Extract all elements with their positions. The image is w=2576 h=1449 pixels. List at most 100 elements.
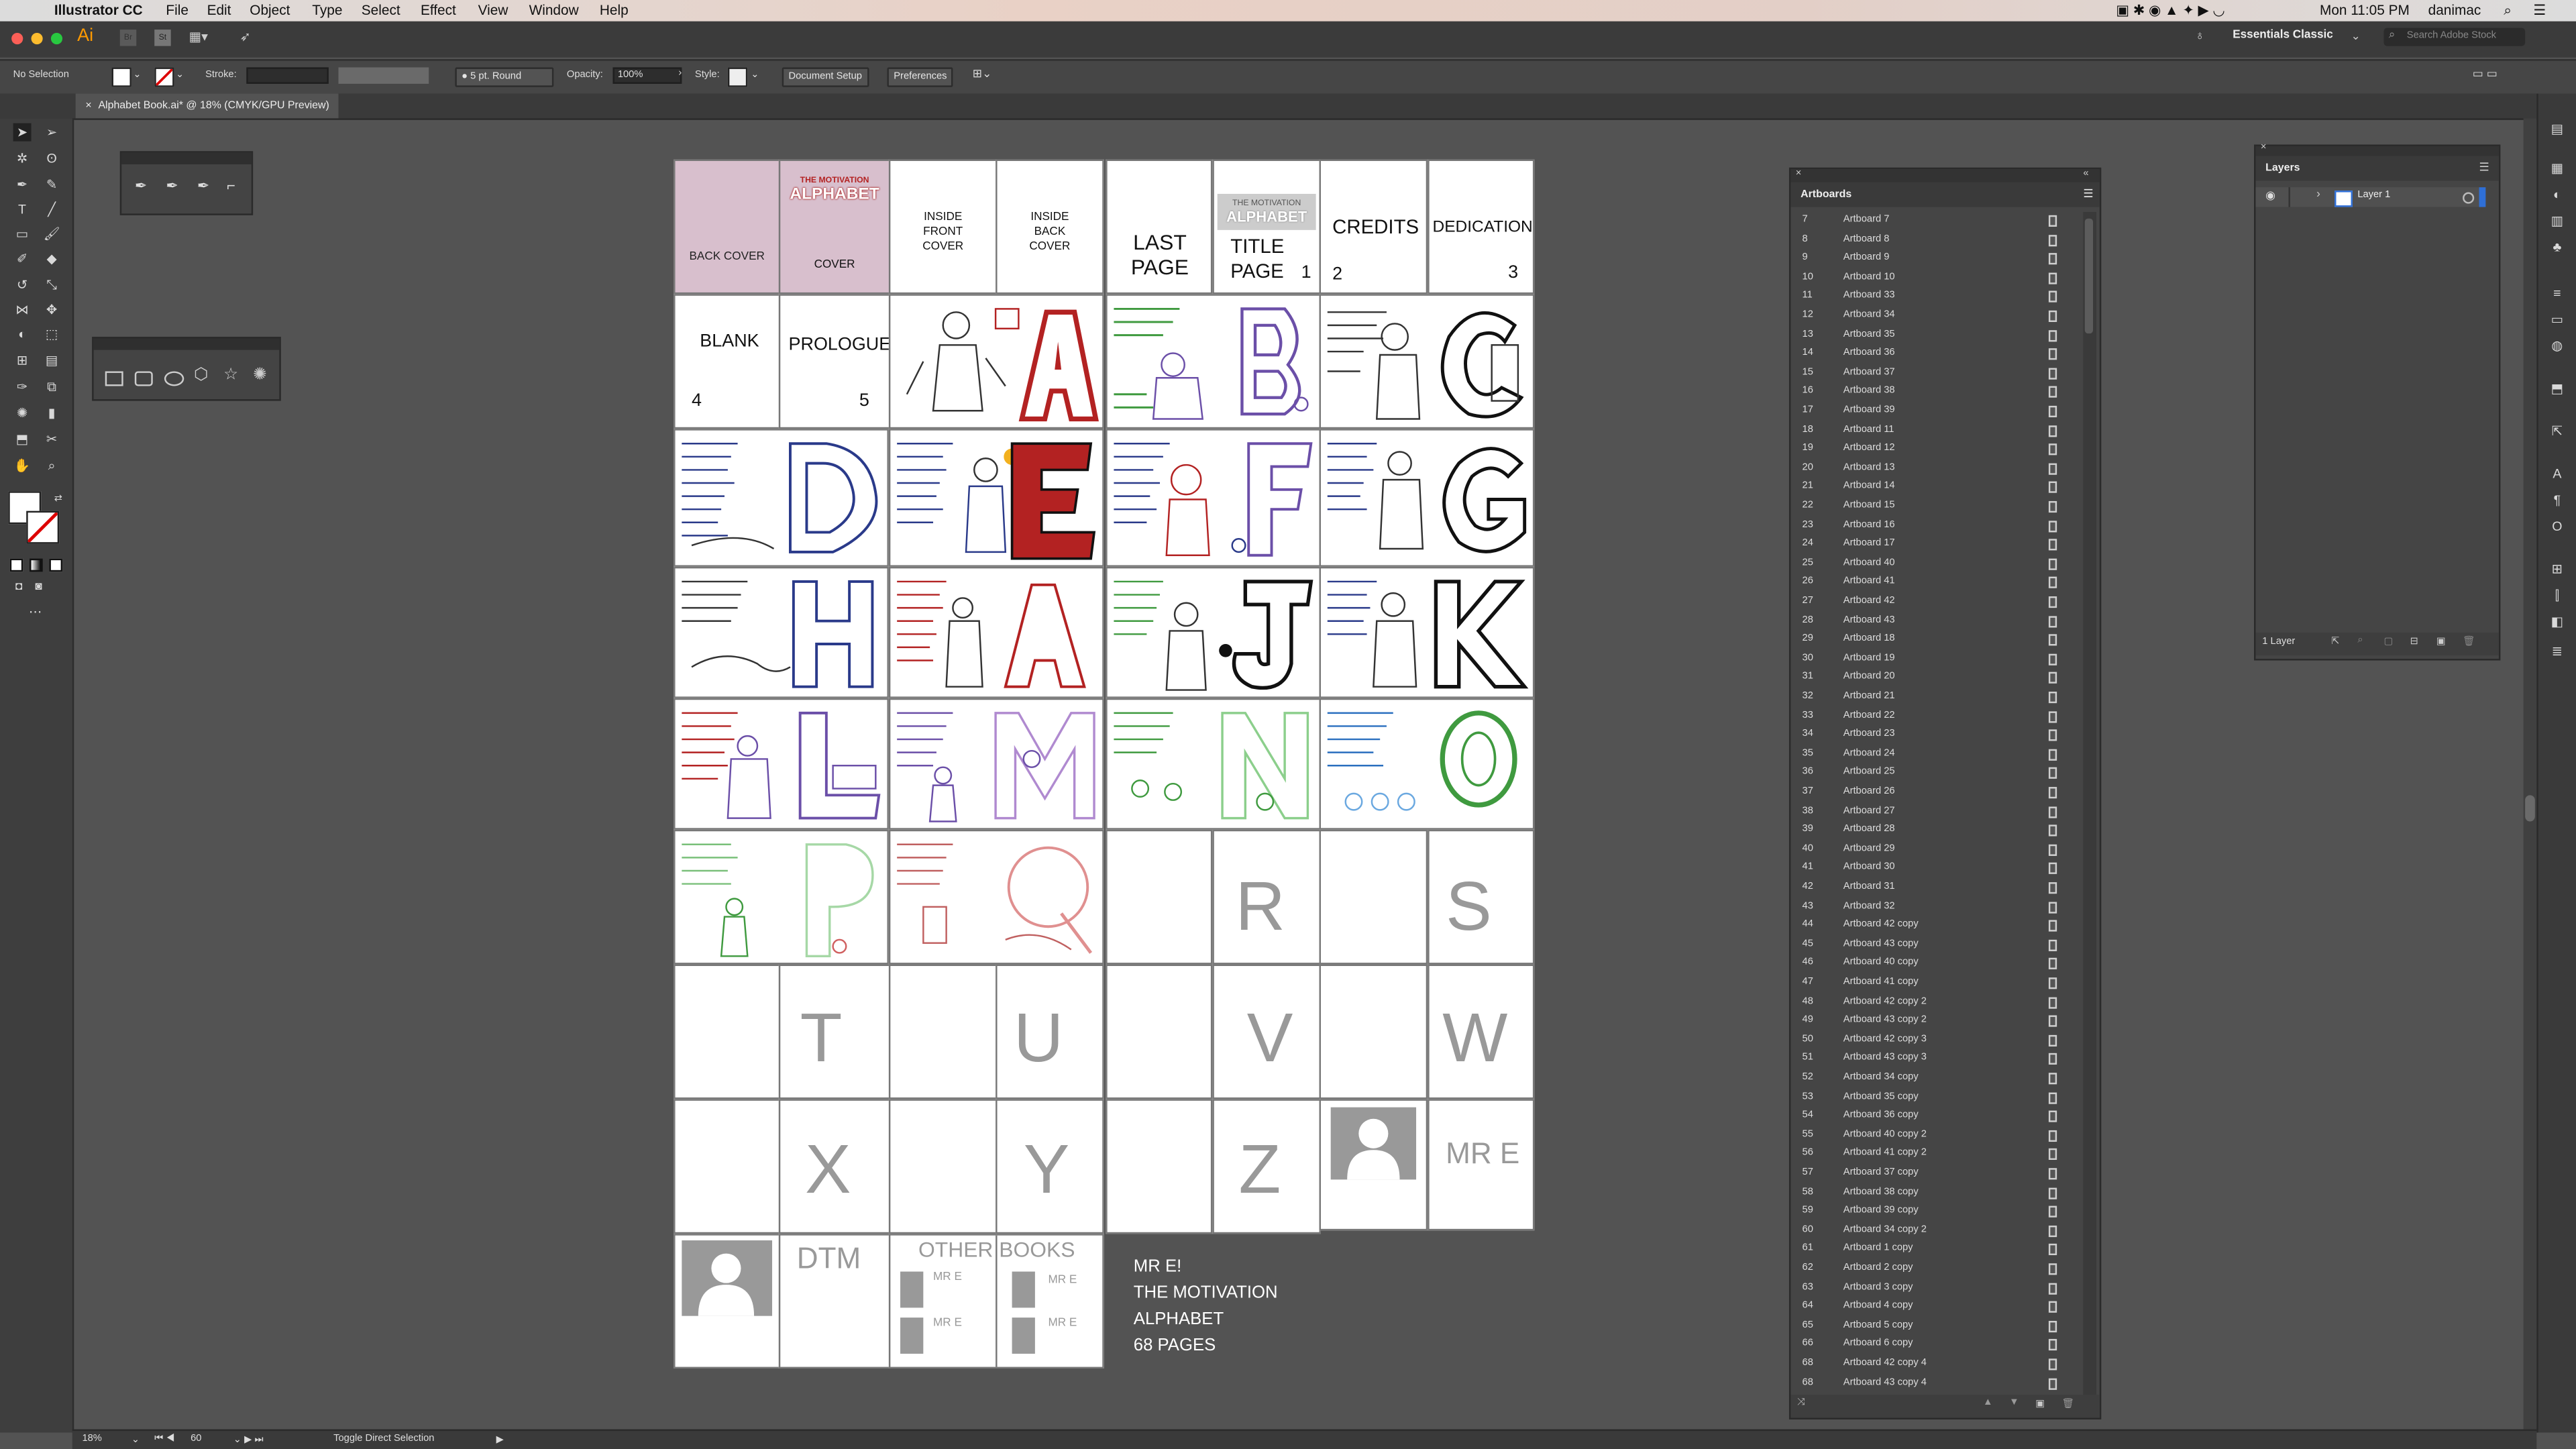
- opacity-arrow-icon[interactable]: ›: [678, 69, 682, 79]
- artboard-list-row[interactable]: 18 Artboard 11: [1790, 421, 2083, 440]
- artboard-options-icon[interactable]: [2048, 634, 2057, 646]
- artboard-options-icon[interactable]: [2048, 539, 2057, 551]
- artboard-list-row[interactable]: 39 Artboard 28: [1790, 822, 2083, 841]
- artboard-list-row[interactable]: 56 Artboard 41 copy 2: [1790, 1146, 2083, 1165]
- artboard-list-name[interactable]: Artboard 12: [1843, 444, 1895, 454]
- artboard-list-name[interactable]: Artboard 32: [1843, 902, 1895, 912]
- artboard-nav-next-icon[interactable]: ⌄ ▶ ⏭: [233, 1434, 264, 1448]
- transform-icon[interactable]: ⊞: [2548, 560, 2566, 578]
- line-tool-icon[interactable]: ╱: [43, 201, 61, 219]
- artboard-list-row[interactable]: 22 Artboard 15: [1790, 498, 2083, 517]
- artboard-list-row[interactable]: 33 Artboard 22: [1790, 708, 2083, 727]
- artboard-list-name[interactable]: Artboard 42: [1843, 596, 1895, 606]
- close-tab-icon[interactable]: ×: [85, 100, 91, 111]
- artboard-options-icon[interactable]: [2048, 443, 2057, 455]
- artboard-options-icon[interactable]: [2048, 1244, 2057, 1256]
- artboard-list-row[interactable]: 37 Artboard 26: [1790, 784, 2083, 802]
- preferences-button[interactable]: Preferences: [887, 67, 954, 87]
- artboard-options-icon[interactable]: [2048, 672, 2057, 684]
- artboard-list-name[interactable]: Artboard 23: [1843, 730, 1895, 740]
- artboard-list-row[interactable]: 68 Artboard 43 copy 4: [1790, 1375, 2083, 1393]
- symbol-sprayer-tool-icon[interactable]: ✺: [13, 404, 32, 422]
- new-artboard-icon[interactable]: ▣: [2035, 1398, 2045, 1410]
- artboard-number[interactable]: 60: [191, 1434, 201, 1444]
- anchor-point-icon[interactable]: ⌐: [227, 177, 235, 193]
- swatches-icon[interactable]: ▥: [2548, 212, 2566, 230]
- artboard-options-icon[interactable]: [2048, 386, 2057, 398]
- artboard-options-icon[interactable]: [2048, 1091, 2057, 1104]
- artboard-options-icon[interactable]: [2048, 425, 2057, 437]
- expand-layer-chevron-icon[interactable]: ›: [2316, 189, 2320, 201]
- artboard-blank-t-left[interactable]: [674, 964, 781, 1099]
- artboard-list-row[interactable]: 46 Artboard 40 copy: [1790, 955, 2083, 974]
- flare-icon[interactable]: ✺: [253, 366, 267, 384]
- layers-tab[interactable]: Layers ☰: [2255, 156, 2499, 181]
- artboard-blank-y-left[interactable]: [888, 1099, 998, 1234]
- artboard-list-row[interactable]: 62 Artboard 2 copy: [1790, 1260, 2083, 1279]
- artboard-list-row[interactable]: 21 Artboard 14: [1790, 479, 2083, 498]
- artboard-list-name[interactable]: Artboard 17: [1843, 539, 1895, 549]
- artboard-list-row[interactable]: 14 Artboard 36: [1790, 345, 2083, 364]
- menu-file[interactable]: File: [166, 1, 189, 17]
- artboard-options-icon[interactable]: [2048, 787, 2057, 799]
- none-mode-icon[interactable]: [49, 558, 63, 572]
- artboard-list-row[interactable]: 36 Artboard 25: [1790, 765, 2083, 784]
- artboard-list-row[interactable]: 44 Artboard 42 copy: [1790, 917, 2083, 936]
- artboard-list-row[interactable]: 64 Artboard 4 copy: [1790, 1298, 2083, 1317]
- artboard-list-name[interactable]: Artboard 43: [1843, 615, 1895, 625]
- status-menu-icon[interactable]: ▶: [496, 1434, 504, 1446]
- artboard-list-row[interactable]: 42 Artboard 31: [1790, 879, 2083, 898]
- workspace-chevron-icon[interactable]: ⌄: [2351, 30, 2361, 43]
- artboard-list-name[interactable]: Artboard 34 copy 2: [1843, 1225, 1927, 1235]
- artboard-list-row[interactable]: 58 Artboard 38 copy: [1790, 1184, 2083, 1203]
- artboard-list-name[interactable]: Artboard 40 copy: [1843, 959, 1919, 969]
- artboard-options-icon[interactable]: [2048, 863, 2057, 875]
- opacity-field[interactable]: 100%: [612, 67, 682, 84]
- workspace-switcher[interactable]: Essentials Classic: [2233, 30, 2333, 41]
- clock[interactable]: Mon 11:05 PM: [2320, 1, 2410, 17]
- column-graph-tool-icon[interactable]: ▮: [43, 404, 61, 422]
- artboard-list-name[interactable]: Artboard 41: [1843, 578, 1895, 588]
- artboard-options-icon[interactable]: [2048, 692, 2057, 704]
- pen-tool-icon[interactable]: ✒: [13, 176, 32, 194]
- artboard-options-icon[interactable]: [2048, 806, 2057, 818]
- scroll-thumb[interactable]: [2525, 795, 2535, 822]
- artboard-list-row[interactable]: 12 Artboard 34: [1790, 307, 2083, 326]
- properties-icon[interactable]: ▤: [2548, 120, 2566, 138]
- menu-list-icon[interactable]: ☰: [2533, 1, 2546, 19]
- lock-column[interactable]: [2288, 187, 2290, 207]
- artboard-spread-b[interactable]: [1106, 294, 1321, 429]
- panel-menu-icon[interactable]: ☰: [2479, 161, 2489, 174]
- artboard-letter-r[interactable]: R: [1212, 829, 1321, 965]
- artboard-blank-s-left[interactable]: [1319, 829, 1428, 965]
- artboard-author-photo[interactable]: [1319, 1099, 1428, 1231]
- clipping-mask-icon[interactable]: ▢: [2383, 636, 2393, 647]
- artboard-list-name[interactable]: Artboard 43 copy: [1843, 939, 1919, 949]
- artboard-spread-q[interactable]: [888, 829, 1104, 965]
- artboard-list-row[interactable]: 55 Artboard 40 copy 2: [1790, 1127, 2083, 1146]
- artboard-list-row[interactable]: 24 Artboard 17: [1790, 536, 2083, 555]
- artboard-list-row[interactable]: 23 Artboard 16: [1790, 517, 2083, 535]
- opentype-icon[interactable]: O: [2548, 517, 2566, 535]
- artboard-list-name[interactable]: Artboard 37 copy: [1843, 1168, 1919, 1178]
- artboard-list-name[interactable]: Artboard 19: [1843, 653, 1895, 663]
- artboard-list-name[interactable]: Artboard 40: [1843, 558, 1895, 568]
- color-icon[interactable]: ◐: [2548, 186, 2566, 204]
- draw-mode-icon[interactable]: ◘: [10, 578, 28, 596]
- artboard-spread-i[interactable]: [888, 566, 1104, 698]
- tool-hint[interactable]: Toggle Direct Selection: [333, 1434, 434, 1444]
- color-mode-icon[interactable]: [9, 558, 23, 572]
- artboard-list-name[interactable]: Artboard 42 copy: [1843, 920, 1919, 930]
- artboard-list-name[interactable]: Artboard 4 copy: [1843, 1301, 1913, 1311]
- artboard-list-name[interactable]: Artboard 43 copy 4: [1843, 1378, 1927, 1388]
- artboard-list-name[interactable]: Artboard 16: [1843, 520, 1895, 530]
- star-icon[interactable]: ☆: [223, 366, 238, 384]
- rectangle-icon[interactable]: [105, 371, 123, 386]
- artboard-list-row[interactable]: 43 Artboard 32: [1790, 898, 2083, 917]
- artboard-blank-w-left[interactable]: [1319, 964, 1428, 1099]
- artboard-spread-p[interactable]: [674, 829, 889, 965]
- zoom-tool-icon[interactable]: ⌕: [43, 457, 61, 475]
- artboard-options-icon[interactable]: [2048, 958, 2057, 970]
- artboard-list-name[interactable]: Artboard 15: [1843, 501, 1895, 511]
- artboard-list-name[interactable]: Artboard 36 copy: [1843, 1111, 1919, 1121]
